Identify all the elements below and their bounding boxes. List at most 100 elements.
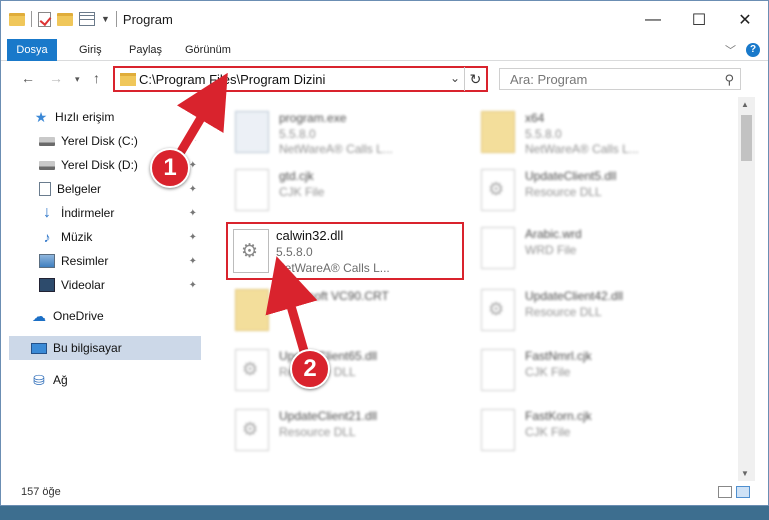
help-icon[interactable]: ? bbox=[746, 43, 760, 57]
file-type: CJK File bbox=[525, 425, 571, 439]
pictures-icon bbox=[39, 254, 55, 268]
file-name: UpdateClient21.dll bbox=[279, 409, 378, 423]
file-item[interactable]: gtd.cjk CJK File bbox=[217, 163, 457, 221]
computer-icon bbox=[31, 342, 47, 354]
sidebar-item-onedrive[interactable]: ☁ OneDrive bbox=[31, 304, 201, 328]
file-item[interactable]: UpdateClient65.dll Resource DLL bbox=[217, 343, 457, 401]
scroll-thumb[interactable] bbox=[741, 115, 752, 161]
sidebar-item-label: Müzik bbox=[61, 230, 93, 244]
minimize-button[interactable]: — bbox=[630, 1, 676, 39]
file-item[interactable]: Microsoft VC90.CRT bbox=[217, 283, 457, 341]
tab-share[interactable]: Paylaş bbox=[129, 39, 162, 61]
divider bbox=[115, 11, 117, 27]
tab-file[interactable]: Dosya bbox=[7, 39, 57, 61]
scroll-up-icon[interactable]: ▲ bbox=[741, 100, 749, 109]
dll-file-icon bbox=[481, 169, 515, 211]
documents-icon bbox=[39, 182, 51, 196]
back-arrow-icon[interactable]: ← bbox=[21, 70, 35, 86]
file-item[interactable]: Arabic.wrd WRD File bbox=[463, 221, 703, 279]
file-type: CJK File bbox=[525, 365, 571, 379]
forward-arrow-icon[interactable]: → bbox=[49, 70, 63, 86]
tab-view[interactable]: Görünüm bbox=[185, 39, 231, 61]
file-type: Resource DLL bbox=[525, 185, 602, 199]
item-count: 157 öğe bbox=[21, 486, 61, 498]
file-item[interactable]: FastKorn.cjk CJK File bbox=[463, 403, 703, 461]
sidebar-item-pictures[interactable]: Resimler ✦ bbox=[39, 249, 201, 273]
onedrive-icon: ☁ bbox=[32, 308, 46, 324]
sidebar-item-label: Yerel Disk (D:) bbox=[61, 158, 138, 172]
highlighted-file-calwin32[interactable]: calwin32.dll 5.5.8.0 NetWareA® Calls L..… bbox=[226, 222, 464, 280]
file-item[interactable]: UpdateClient5.dll Resource DLL bbox=[463, 163, 703, 221]
window-title: Program bbox=[122, 11, 173, 27]
file-version: 5.5.8.0 bbox=[525, 127, 562, 141]
file-version: 5.5.8.0 bbox=[279, 127, 316, 141]
file-item[interactable]: FastNmrl.cjk CJK File bbox=[463, 343, 703, 401]
scroll-down-icon[interactable]: ▼ bbox=[741, 469, 749, 478]
sidebar-item-label: Resimler bbox=[61, 254, 109, 268]
sidebar-item-music[interactable]: ♪ Müzik ✦ bbox=[39, 225, 201, 249]
file-name: FastNmrl.cjk bbox=[525, 349, 592, 363]
properties-check-icon[interactable] bbox=[38, 11, 51, 27]
file-type: CJK File bbox=[279, 185, 325, 199]
file-type: WRD File bbox=[525, 243, 577, 257]
step-1-badge: 1 bbox=[150, 148, 190, 188]
sidebar-item-label: Hızlı erişim bbox=[55, 110, 115, 124]
file-icon bbox=[481, 349, 515, 391]
folder-icon bbox=[481, 111, 515, 153]
file-item[interactable]: UpdateClient42.dll Resource DLL bbox=[463, 283, 703, 341]
dll-file-icon bbox=[235, 409, 269, 451]
navigation-bar: ← → ▾ ↑ C:\Program Files\Program Dizini … bbox=[1, 62, 768, 96]
sidebar-item-label: Videolar bbox=[61, 278, 105, 292]
file-type: Resource DLL bbox=[525, 305, 602, 319]
address-path[interactable]: C:\Program Files\Program Dizini bbox=[139, 72, 325, 87]
videos-icon bbox=[39, 278, 55, 292]
customize-dropdown-icon[interactable]: ▼ bbox=[101, 14, 110, 24]
file-item[interactable]: UpdateClient21.dll Resource DLL bbox=[217, 403, 457, 461]
file-name: Arabic.wrd bbox=[525, 227, 582, 241]
search-input[interactable]: Ara: Program bbox=[510, 72, 587, 87]
pin-icon: ✦ bbox=[188, 231, 197, 243]
file-name: UpdateClient5.dll bbox=[525, 169, 617, 183]
details-view-icon[interactable] bbox=[718, 486, 732, 498]
new-folder-icon[interactable] bbox=[57, 12, 73, 26]
sidebar-item-label: OneDrive bbox=[53, 309, 104, 323]
maximize-button[interactable]: ☐ bbox=[676, 1, 722, 39]
sidebar-item-label: Ağ bbox=[53, 373, 68, 387]
disk-icon bbox=[39, 160, 55, 170]
tiles-view-icon[interactable] bbox=[736, 486, 750, 498]
address-dropdown-icon[interactable]: ⌄ bbox=[450, 71, 460, 85]
step-2-badge: 2 bbox=[290, 349, 330, 389]
status-bar: 157 öğe bbox=[1, 482, 768, 504]
file-name: calwin32.dll bbox=[276, 228, 344, 243]
sidebar-item-quick-access[interactable]: ★ Hızlı erişim bbox=[33, 105, 233, 129]
close-button[interactable]: ✕ bbox=[722, 1, 768, 39]
up-arrow-icon[interactable]: ↑ bbox=[93, 70, 100, 86]
pin-icon: ✦ bbox=[188, 255, 197, 267]
recent-dropdown-icon[interactable]: ▾ bbox=[75, 74, 80, 85]
search-icon[interactable]: ⚲ bbox=[724, 72, 734, 88]
file-item[interactable]: x64 5.5.8.0 NetWareA® Calls L... bbox=[463, 105, 703, 163]
exe-file-icon bbox=[235, 111, 269, 153]
sidebar-item-videos[interactable]: Videolar ✦ bbox=[39, 273, 201, 297]
sidebar-item-network[interactable]: ⛁ Ağ bbox=[31, 368, 201, 392]
vertical-scrollbar[interactable]: ▲ ▼ bbox=[738, 97, 755, 481]
sidebar-item-downloads[interactable]: ↓ İndirmeler ✦ bbox=[39, 201, 201, 225]
refresh-icon[interactable]: ↻ bbox=[464, 67, 486, 91]
disk-icon bbox=[39, 136, 55, 146]
expand-ribbon-icon[interactable]: ﹀ bbox=[725, 42, 736, 58]
file-item[interactable]: program.exe 5.5.8.0 NetWareA® Calls L... bbox=[217, 105, 457, 163]
address-bar[interactable]: C:\Program Files\Program Dizini ⌄ ↻ bbox=[113, 66, 488, 92]
sidebar-item-this-pc[interactable]: Bu bilgisayar bbox=[9, 336, 201, 360]
view-options-icon[interactable] bbox=[79, 12, 95, 26]
pin-icon: ✦ bbox=[188, 279, 197, 291]
file-name: gtd.cjk bbox=[279, 169, 314, 183]
sidebar-item-label: Bu bilgisayar bbox=[53, 341, 122, 355]
window-controls: — ☐ ✕ bbox=[630, 1, 768, 39]
download-icon: ↓ bbox=[43, 204, 51, 221]
dll-file-icon bbox=[233, 229, 269, 273]
search-box[interactable]: Ara: Program ⚲ bbox=[499, 68, 741, 90]
ribbon-tabs: Dosya Giriş Paylaş Görünüm ﹀ ? bbox=[1, 39, 768, 61]
sidebar-item-label: Belgeler bbox=[57, 182, 102, 196]
tab-home[interactable]: Giriş bbox=[79, 39, 102, 61]
folder-icon bbox=[235, 289, 269, 331]
